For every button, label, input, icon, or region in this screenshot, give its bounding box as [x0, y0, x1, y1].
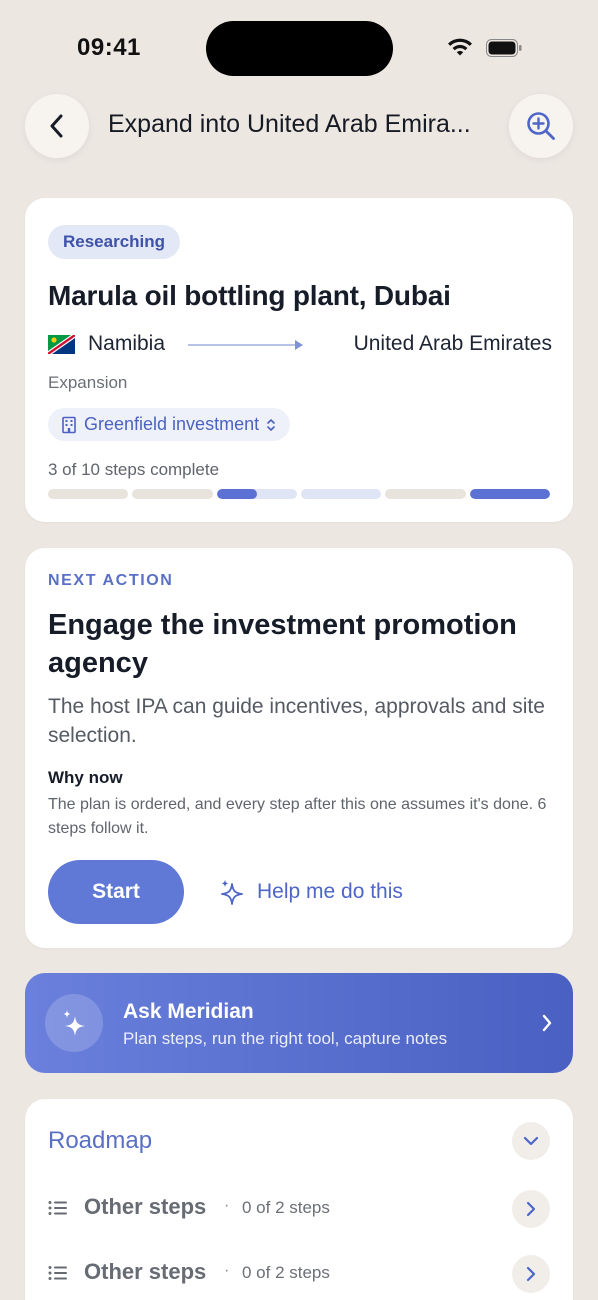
- progress-segment-complete: [469, 489, 550, 499]
- why-now-label: Why now: [48, 768, 123, 787]
- next-action-title: Engage the investment promotion agency: [48, 609, 517, 679]
- wifi-icon: [448, 38, 472, 56]
- roadmap-row-count: 0 of 2 steps: [242, 1198, 330, 1217]
- roadmap-row-label: Other steps: [84, 1194, 207, 1219]
- route-line: [188, 344, 296, 346]
- chevron-down-icon: [523, 1136, 539, 1146]
- sparkles-icon: [63, 1010, 85, 1036]
- chevron-right-icon: [526, 1201, 536, 1217]
- roadmap-row[interactable]: Other steps · 0 of 2 steps: [48, 1253, 552, 1293]
- page-title: Expand into United Arab Emira...: [108, 110, 471, 138]
- zoom-button[interactable]: [509, 94, 573, 158]
- route: Namibia United Arab Emirates: [48, 330, 552, 360]
- why-now-text: The plan is ordered, and every step afte…: [48, 796, 547, 837]
- project-title: Marula oil bottling plant, Dubai: [48, 280, 451, 311]
- chevron-updown-icon: [267, 418, 275, 431]
- list-icon: [48, 1201, 67, 1215]
- investment-mode-selector[interactable]: Greenfield investment: [48, 408, 291, 441]
- back-button[interactable]: [25, 94, 89, 158]
- progress-segment: [385, 489, 466, 499]
- assistant-subtitle: Plan steps, run the right tool, capture …: [123, 1029, 448, 1048]
- destination-country: United Arab Emirates: [353, 332, 552, 355]
- header: Expand into United Arab Emira...: [0, 94, 598, 158]
- roadmap-row-expand-button[interactable]: [512, 1190, 550, 1228]
- roadmap-row-label: Other steps: [84, 1259, 207, 1284]
- separator-dot: ·: [224, 1197, 230, 1214]
- status-bar: 09:41: [0, 0, 598, 90]
- assistant-title: Ask Meridian: [123, 1000, 254, 1023]
- progress-segment: [48, 489, 129, 499]
- help-me-button[interactable]: Help me do this: [219, 878, 403, 906]
- origin-country: Namibia: [88, 332, 166, 355]
- roadmap-row-count: 0 of 2 steps: [242, 1263, 330, 1282]
- progress-segment: [300, 489, 382, 499]
- roadmap-collapse-button[interactable]: [512, 1122, 550, 1160]
- next-action-description: The host IPA can guide incentives, appro…: [48, 695, 545, 747]
- assistant-icon-container: [45, 994, 103, 1052]
- progress-segment: [132, 489, 213, 499]
- help-me-label: Help me do this: [257, 880, 403, 903]
- dynamic-island: [206, 21, 393, 76]
- namibia-flag-icon: [48, 335, 75, 354]
- route-arrow-icon: [295, 340, 303, 350]
- project-type: Expansion: [48, 373, 128, 392]
- start-button[interactable]: Start: [48, 860, 184, 924]
- progress-label: 3 of 10 steps complete: [48, 460, 220, 479]
- zoom-in-icon: [527, 112, 555, 140]
- roadmap-row[interactable]: Other steps · 0 of 2 steps: [48, 1188, 552, 1228]
- investment-mode-label: Greenfield investment: [84, 414, 260, 434]
- separator-dot: ·: [224, 1262, 230, 1279]
- ask-assistant-banner[interactable]: Ask Meridian Plan steps, run the right t…: [25, 973, 573, 1073]
- next-action-card: NEXT ACTION Engage the investment promot…: [25, 548, 573, 948]
- screen: 09:41 Expand into United Arab Emira... R…: [0, 0, 598, 1300]
- roadmap-title: Roadmap: [48, 1127, 153, 1154]
- building-icon: [62, 416, 76, 433]
- chevron-right-icon: [526, 1266, 536, 1282]
- battery-icon: [486, 39, 522, 57]
- project-card: Researching Marula oil bottling plant, D…: [25, 198, 573, 522]
- list-icon: [48, 1266, 67, 1280]
- progress-segment-active: [216, 489, 297, 499]
- progress-bar: [48, 489, 550, 499]
- chevron-left-icon: [50, 114, 63, 138]
- status-time: 09:41: [77, 34, 141, 61]
- sparkles-icon: [221, 879, 243, 905]
- status-badge: Researching: [48, 225, 181, 259]
- roadmap-card: Roadmap Other steps · 0 of 2 steps Other…: [25, 1099, 573, 1300]
- next-action-eyebrow: NEXT ACTION: [48, 572, 174, 589]
- chevron-right-icon: [542, 1014, 552, 1032]
- roadmap-row-expand-button[interactable]: [512, 1255, 550, 1293]
